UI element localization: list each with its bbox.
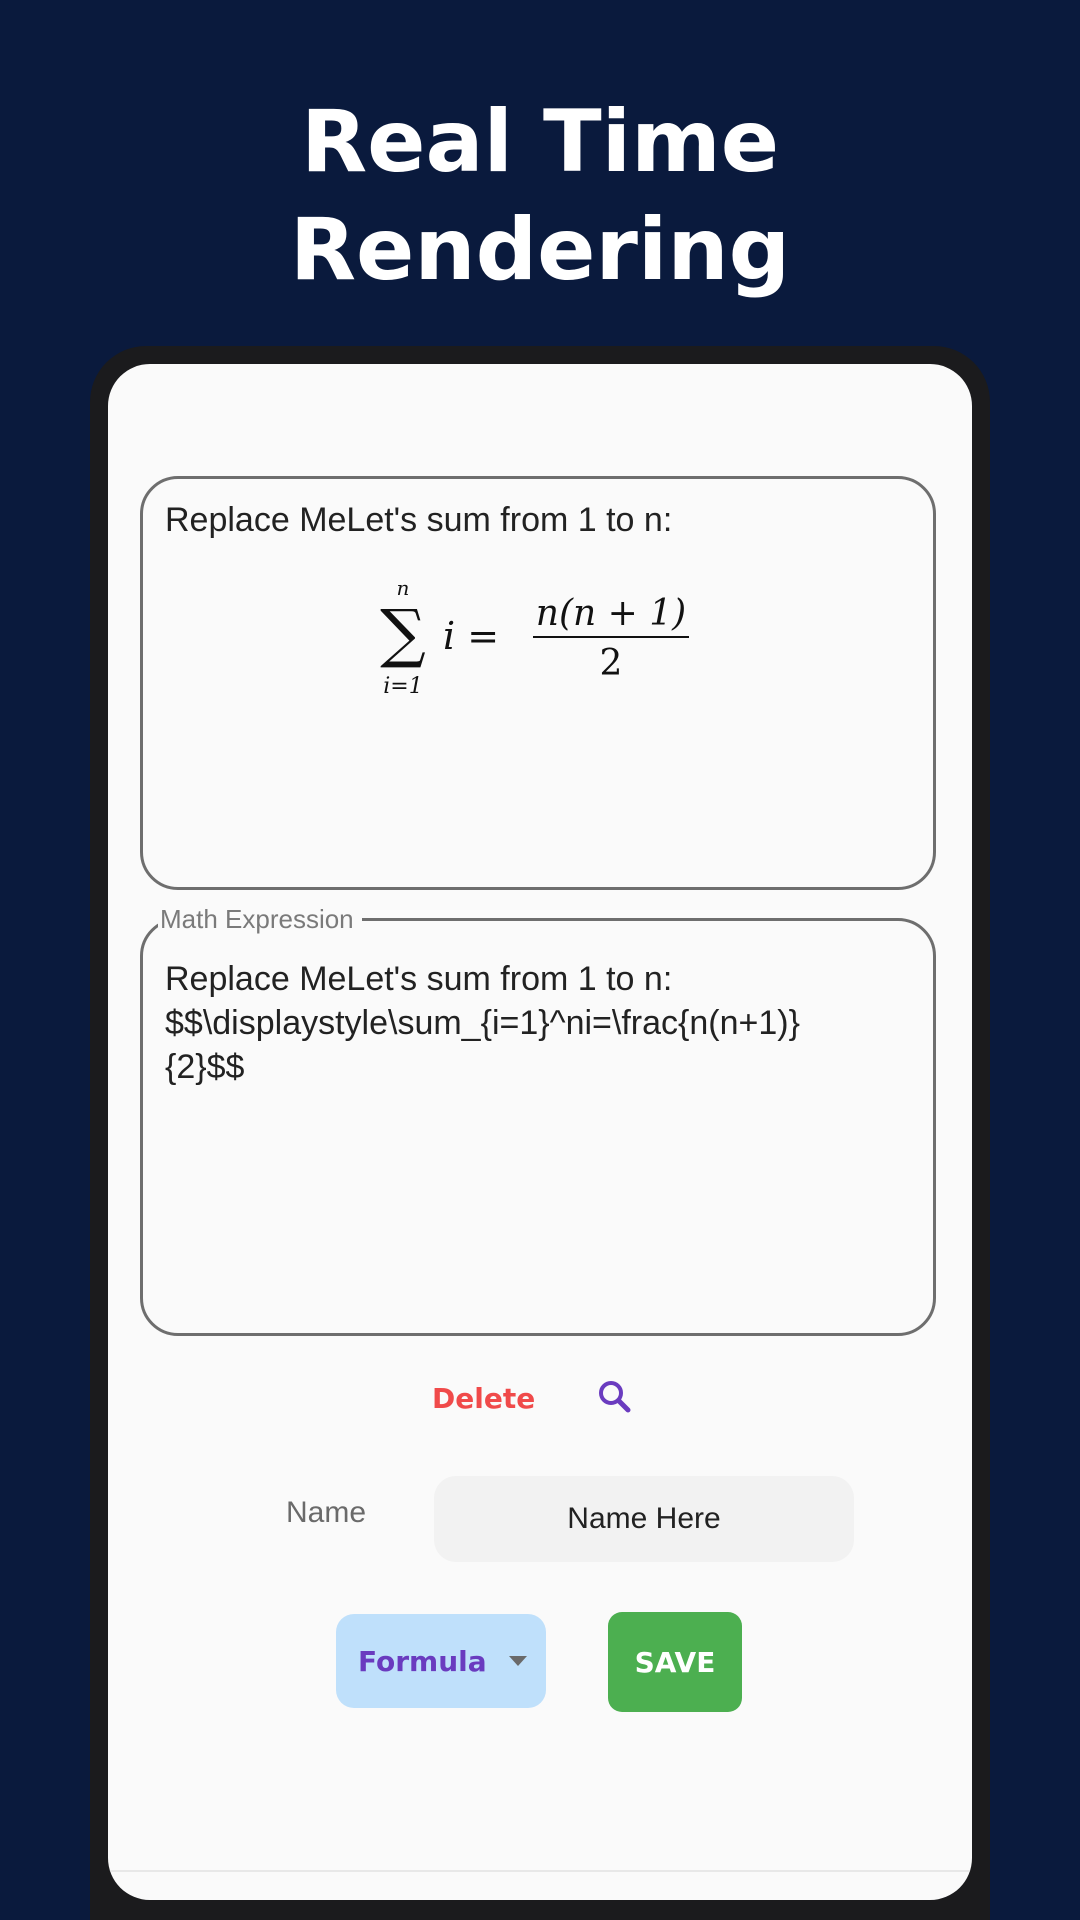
name-input[interactable]	[434, 1476, 854, 1562]
app-screen: Replace MeLet's sum from 1 to n: n ∑ i=1…	[108, 364, 972, 1900]
sum-sign: ∑	[380, 597, 426, 671]
preview-text: Replace MeLet's sum from 1 to n:	[165, 501, 673, 539]
type-dropdown-value: Formula	[358, 1644, 487, 1678]
type-dropdown[interactable]: Formula	[336, 1614, 546, 1708]
sum-lower-limit: i=1	[383, 674, 422, 699]
save-button[interactable]: SAVE	[608, 1612, 742, 1712]
math-expression-input[interactable]: Replace MeLet's sum from 1 to n: $$\disp…	[165, 957, 905, 1089]
headline: Real Time Rendering	[0, 88, 1080, 304]
rendered-preview: Replace MeLet's sum from 1 to n: n ∑ i=1…	[140, 476, 936, 890]
rendered-formula: n ∑ i=1 i = n(n + 1) 2	[380, 576, 689, 699]
delete-button[interactable]: Delete	[424, 1378, 543, 1419]
formula-term: i =	[443, 614, 499, 658]
math-expression-label: Math Expression	[158, 904, 362, 935]
math-expression-field[interactable]: Replace MeLet's sum from 1 to n: $$\disp…	[140, 918, 936, 1336]
formula-denominator: 2	[600, 643, 623, 684]
bottom-divider	[108, 1870, 972, 1872]
formula-numerator: n(n + 1)	[536, 593, 686, 634]
headline-line-2: Rendering	[289, 200, 791, 300]
name-label: Name	[286, 1496, 367, 1529]
search-button[interactable]	[594, 1376, 638, 1420]
search-icon	[599, 1381, 631, 1413]
caret-down-icon	[508, 1656, 527, 1666]
headline-line-1: Real Time	[300, 92, 780, 192]
